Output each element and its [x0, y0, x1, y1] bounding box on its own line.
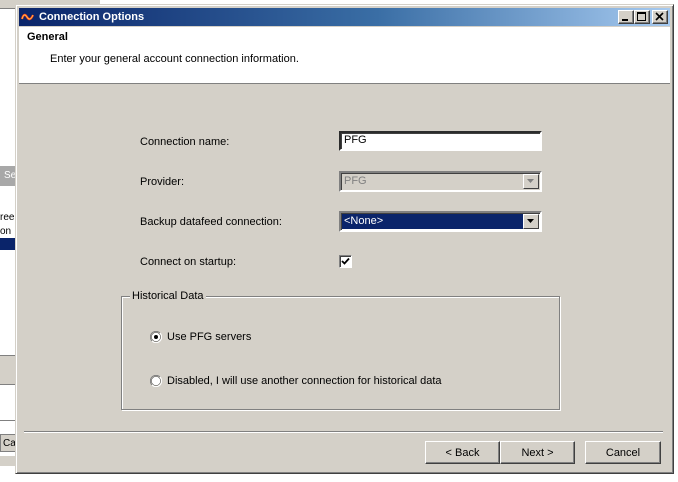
- footer-divider: [24, 431, 663, 433]
- backup-dropdown-button[interactable]: [523, 214, 539, 229]
- historical-data-group: Historical Data Use PFG servers Disabled…: [121, 290, 560, 410]
- cancel-button[interactable]: Cancel: [585, 441, 661, 464]
- provider-select: PFG: [339, 171, 542, 192]
- page-header: General Enter your general account conne…: [19, 27, 670, 84]
- backup-connection-label: Backup datafeed connection:: [140, 216, 282, 228]
- window-title: Connection Options: [39, 11, 145, 23]
- backup-connection-value: <None>: [342, 214, 523, 229]
- provider-value: PFG: [344, 175, 367, 187]
- disabled-historical-radio[interactable]: [150, 375, 162, 387]
- use-pfg-servers-radio[interactable]: [150, 331, 162, 343]
- backup-connection-select[interactable]: <None>: [339, 211, 542, 232]
- disabled-historical-label[interactable]: Disabled, I will use another connection …: [167, 375, 442, 387]
- page-title: General: [27, 31, 68, 43]
- back-button[interactable]: < Back: [425, 441, 500, 464]
- maximize-button[interactable]: [634, 10, 650, 24]
- app-logo-icon: [20, 10, 35, 24]
- provider-dropdown-button: [523, 174, 539, 189]
- connect-on-startup-checkbox[interactable]: [339, 255, 352, 268]
- use-pfg-servers-label[interactable]: Use PFG servers: [167, 331, 251, 343]
- title-bar[interactable]: Connection Options: [19, 8, 670, 26]
- provider-label: Provider:: [140, 176, 185, 188]
- page-subtitle: Enter your general account connection in…: [50, 53, 299, 65]
- connection-name-input[interactable]: PFG: [339, 131, 542, 151]
- close-button[interactable]: [652, 10, 668, 24]
- connection-name-label: Connection name:: [140, 136, 230, 148]
- next-button[interactable]: Next >: [500, 441, 575, 464]
- connect-on-startup-label: Connect on startup:: [140, 256, 237, 268]
- historical-data-label: Historical Data: [130, 290, 206, 303]
- minimize-button[interactable]: [618, 10, 634, 24]
- connection-options-dialog: Connection Options General Enter your ge…: [15, 4, 674, 474]
